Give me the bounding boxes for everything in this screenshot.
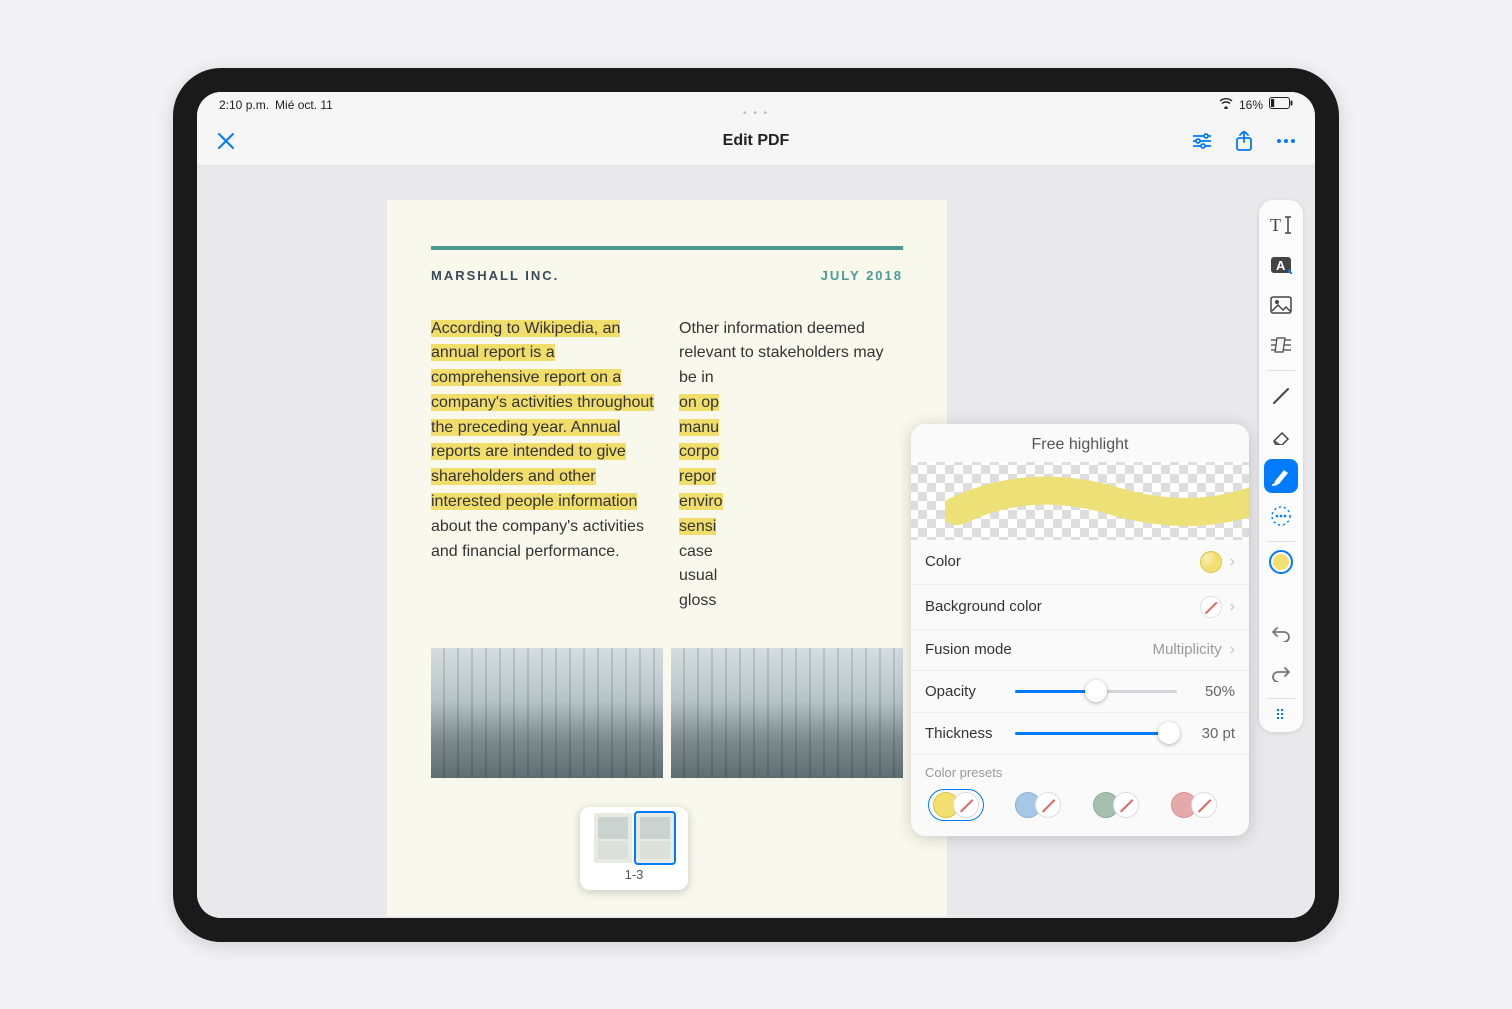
toolbar-divider — [1267, 541, 1295, 542]
highlighter-tool-button[interactable] — [1264, 459, 1298, 493]
toolbar-divider — [1267, 698, 1295, 699]
status-time: 2:10 p.m. — [219, 98, 269, 112]
page-thumbnail[interactable] — [594, 813, 632, 863]
multitask-dots-icon[interactable]: • • • — [743, 108, 769, 119]
image-tool-button[interactable] — [1264, 288, 1298, 322]
highlighted-text[interactable]: According to Wikipedia, an annual report… — [431, 320, 654, 511]
fusion-label: Fusion mode — [925, 641, 1012, 658]
share-button[interactable] — [1233, 130, 1255, 152]
doc-image — [671, 648, 903, 778]
close-button[interactable] — [215, 130, 237, 152]
thickness-label: Thickness — [925, 725, 1003, 742]
status-date: Mié oct. 11 — [275, 98, 333, 112]
text-highlight-tool-button[interactable]: A — [1264, 248, 1298, 282]
doc-date: JULY 2018 — [821, 268, 903, 283]
color-preset-green[interactable] — [1093, 790, 1139, 820]
highlighted-text[interactable]: corpo — [679, 443, 719, 460]
fusion-value: Multiplicity — [1152, 641, 1221, 658]
line-tool-button[interactable] — [1264, 379, 1298, 413]
doc-company: MARSHALL INC. — [431, 268, 559, 283]
nav-bar: • • • Edit PDF — [197, 118, 1315, 166]
redo-button[interactable] — [1264, 656, 1298, 690]
more-button[interactable] — [1275, 130, 1297, 152]
page-title: Edit PDF — [723, 132, 790, 150]
highlighted-text[interactable]: on op — [679, 394, 719, 411]
doc-text: Other information deemed relevant to sta… — [679, 320, 884, 387]
color-swatch-yellow — [1200, 551, 1222, 573]
chevron-right-icon: › — [1230, 598, 1235, 616]
opacity-label: Opacity — [925, 683, 1003, 700]
thickness-slider[interactable] — [1015, 732, 1177, 735]
doc-divider — [431, 246, 903, 250]
svg-text:A: A — [1276, 258, 1286, 273]
doc-image — [431, 648, 663, 778]
battery-percent: 16% — [1239, 98, 1263, 112]
more-tools-button[interactable] — [1264, 499, 1298, 533]
opacity-value: 50% — [1189, 683, 1235, 700]
highlighted-text[interactable]: manu — [679, 419, 719, 436]
svg-text:T: T — [1270, 215, 1281, 235]
doc-column-1: According to Wikipedia, an annual report… — [431, 317, 655, 615]
color-label: Color — [925, 553, 961, 570]
page-range-label: 1-3 — [586, 863, 682, 884]
toolbar-divider — [1267, 370, 1295, 371]
text-tool-button[interactable]: T — [1264, 208, 1298, 242]
color-preset-yellow[interactable] — [929, 790, 983, 820]
doc-text: usual — [679, 567, 717, 584]
page-thumbnails-popup: 1-3 — [580, 807, 688, 890]
color-preset-red[interactable] — [1171, 790, 1217, 820]
undo-button[interactable] — [1264, 616, 1298, 650]
color-row[interactable]: Color › — [911, 540, 1249, 585]
annotation-toolbar: T A — [1259, 200, 1303, 732]
color-preset-blue[interactable] — [1015, 790, 1061, 820]
battery-icon — [1269, 97, 1293, 112]
whiteout-tool-button[interactable] — [1264, 328, 1298, 362]
presets-label: Color presets — [911, 755, 1249, 784]
popover-arrow — [1247, 632, 1249, 652]
fusion-mode-row[interactable]: Fusion mode Multiplicity › — [911, 630, 1249, 671]
opacity-slider[interactable] — [1015, 690, 1177, 693]
chevron-right-icon: › — [1230, 641, 1235, 659]
highlighted-text[interactable]: enviro — [679, 493, 723, 510]
bg-color-label: Background color — [925, 598, 1042, 615]
doc-column-2: Other information deemed relevant to sta… — [679, 317, 903, 615]
opacity-row: Opacity 50% — [911, 671, 1249, 713]
current-color-chip[interactable] — [1269, 550, 1293, 574]
highlight-options-popover: Free highlight Color › Background color — [911, 424, 1249, 836]
highlighted-text[interactable]: repor — [679, 468, 716, 485]
thickness-row: Thickness 30 pt — [911, 713, 1249, 755]
doc-text: about the company's activities and finan… — [431, 518, 644, 560]
color-swatch-none — [1200, 596, 1222, 618]
stroke-preview — [911, 462, 1249, 540]
eraser-tool-button[interactable] — [1264, 419, 1298, 453]
page-thumbnail-selected[interactable] — [636, 813, 674, 863]
doc-text: gloss — [679, 592, 716, 609]
settings-sliders-icon[interactable] — [1191, 130, 1213, 152]
wifi-icon — [1219, 97, 1233, 112]
toolbar-drag-handle[interactable]: ⠿ — [1275, 707, 1287, 724]
thickness-value: 30 pt — [1189, 725, 1235, 742]
chevron-right-icon: › — [1230, 553, 1235, 571]
highlighted-text[interactable]: sensi — [679, 518, 716, 535]
doc-text: case — [679, 543, 713, 560]
popover-title: Free highlight — [911, 424, 1249, 462]
background-color-row[interactable]: Background color › — [911, 585, 1249, 630]
